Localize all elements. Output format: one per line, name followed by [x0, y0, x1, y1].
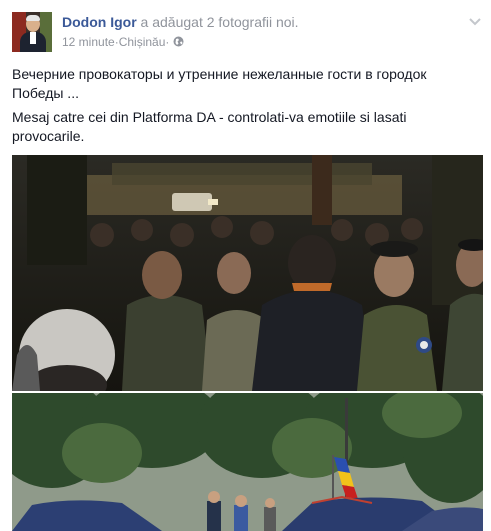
- chevron-down-icon[interactable]: [468, 14, 482, 28]
- post-timestamp[interactable]: 12 minute: [62, 35, 115, 49]
- post-text-line-ro: Mesaj catre cei din Platforma DA - contr…: [12, 109, 407, 144]
- globe-icon[interactable]: [173, 36, 184, 47]
- post-location[interactable]: Chișinău: [119, 35, 166, 49]
- tents-flag-photo[interactable]: [12, 393, 483, 531]
- meta-separator: ·: [165, 34, 170, 49]
- post-text: Вечерние провокаторы и утренние нежеланн…: [12, 65, 472, 151]
- author-avatar[interactable]: [12, 12, 52, 52]
- facebook-post: Dodon Igor a adăugat 2 fotografii noi. 1…: [0, 0, 491, 531]
- post-title-line: Dodon Igor a adăugat 2 fotografii noi.: [62, 14, 299, 30]
- post-header: Dodon Igor a adăugat 2 fotografii noi. 1…: [12, 12, 482, 52]
- post-action-text: a adăugat 2 fotografii noi.: [136, 14, 299, 30]
- night-crowd-photo[interactable]: [12, 155, 483, 391]
- author-name-link[interactable]: Dodon Igor: [62, 14, 137, 30]
- post-text-line-ru: Вечерние провокаторы и утренние нежеланн…: [12, 66, 427, 101]
- post-meta: 12 minute · Chișinău ·: [62, 34, 184, 49]
